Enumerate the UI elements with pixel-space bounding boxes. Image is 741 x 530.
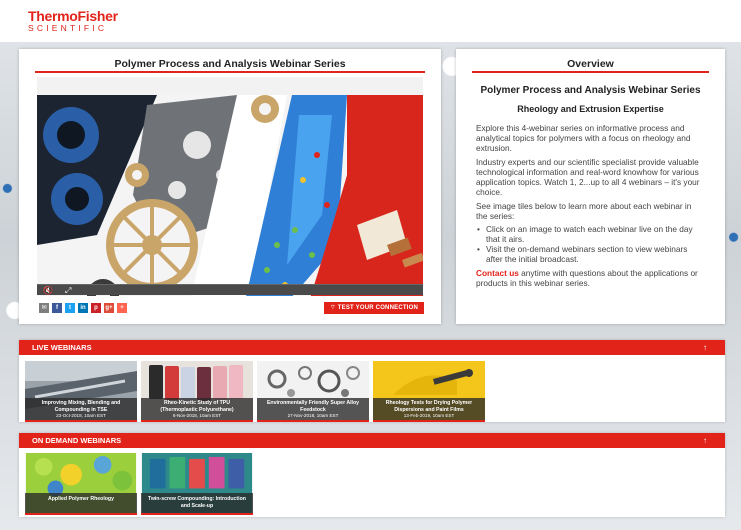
overview-paragraph: Explore this 4-webinar series on informa… <box>476 123 691 153</box>
tile-date: 27-Nov-2018, 10am EST <box>287 413 339 418</box>
video-poster-image <box>37 95 423 296</box>
tile-caption: Twin-screw Compounding: Introduction and… <box>141 493 253 513</box>
video-controls-bar[interactable]: 🔇 ⤢ <box>37 284 423 295</box>
video-panel-title: Polymer Process and Analysis Webinar Ser… <box>114 58 346 70</box>
section-label: LIVE WEBINARS <box>32 343 92 352</box>
tile-caption: Applied Polymer Rheology <box>25 493 137 513</box>
title-divider <box>35 71 425 73</box>
overview-bullets: Click on an image to watch each webinar … <box>476 224 705 264</box>
section-label: ON DEMAND WEBINARS <box>32 436 122 445</box>
on-demand-webinars-header[interactable]: ON DEMAND WEBINARS ↑ <box>19 433 725 448</box>
tile-caption: Improving Mixing, Blending and Compoundi… <box>25 398 137 420</box>
tile-underline <box>373 420 485 422</box>
webinar-tile[interactable]: Improving Mixing, Blending and Compoundi… <box>25 361 137 422</box>
list-item: Visit the on-demand webinars section to … <box>476 244 705 264</box>
tile-date: 23-Oct-2018, 10am EST <box>56 413 106 418</box>
webinar-tile[interactable]: Rheo-Kinetic Study of TPU (Thermoplastic… <box>141 361 253 422</box>
webinar-tile[interactable]: Environmentally Friendly Super Alloy Fee… <box>257 361 369 422</box>
email-icon[interactable]: ✉ <box>39 303 49 313</box>
on-demand-webinars-section: ON DEMAND WEBINARS ↑ Applied Polymer Rhe… <box>19 433 725 517</box>
tile-title: Rheology Tests for Drying Polymer Disper… <box>385 400 473 413</box>
fullscreen-icon[interactable]: ⤢ <box>65 285 71 296</box>
site-header: ThermoFisher SCIENTIFIC <box>0 0 741 42</box>
tile-underline <box>141 513 253 515</box>
logo-subtitle: SCIENTIFIC <box>28 23 108 33</box>
facebook-icon[interactable]: f <box>52 303 62 313</box>
tile-title: Rheo-Kinetic Study of TPU (Thermoplastic… <box>160 400 234 413</box>
contact-paragraph: Contact us anytime with questions about … <box>476 268 705 288</box>
mute-icon[interactable]: 🔇 <box>43 285 53 296</box>
tile-date: 6-Nov-2018, 10am EST <box>172 413 222 418</box>
contact-us-link[interactable]: Contact us <box>476 268 519 278</box>
overview-paragraph: See image tiles below to learn more abou… <box>476 201 692 221</box>
tile-underline <box>141 420 253 422</box>
live-webinars-header[interactable]: LIVE WEBINARS ↑ <box>19 340 725 355</box>
list-item: Click on an image to watch each webinar … <box>476 224 705 244</box>
share-buttons: ✉ f t in p g+ + <box>39 303 127 313</box>
overview-subheading: Rheology and Extrusion Expertise <box>517 104 664 114</box>
video-panel: Polymer Process and Analysis Webinar Ser… <box>19 49 441 324</box>
overview-panel: Overview Polymer Process and Analysis We… <box>456 49 725 324</box>
tile-underline <box>25 420 137 422</box>
test-connection-label: TEST YOUR CONNECTION <box>337 305 418 311</box>
tile-caption: Rheo-Kinetic Study of TPU (Thermoplastic… <box>141 398 253 420</box>
webinar-tile[interactable]: Twin-screw Compounding: Introduction and… <box>141 453 253 515</box>
overview-paragraph: Industry experts and our scientific spec… <box>476 157 700 197</box>
more-share-icon[interactable]: + <box>117 303 127 313</box>
tile-underline <box>25 513 137 515</box>
linkedin-icon[interactable]: in <box>78 303 88 313</box>
video-player[interactable]: 🔇 ⤢ <box>37 77 423 296</box>
test-connection-button[interactable]: ⌔ TEST YOUR CONNECTION <box>324 302 424 314</box>
webinar-tile[interactable]: Applied Polymer Rheology <box>25 453 137 515</box>
googleplus-icon[interactable]: g+ <box>104 303 114 313</box>
thermofisher-logo[interactable]: ThermoFisher SCIENTIFIC <box>28 9 118 33</box>
collapse-arrow-icon[interactable]: ↑ <box>703 433 707 448</box>
tile-title: Environmentally Friendly Super Alloy Fee… <box>266 400 360 413</box>
tile-caption: Rheology Tests for Drying Polymer Disper… <box>373 398 485 420</box>
tile-title: Twin-screw Compounding: Introduction and… <box>148 496 246 509</box>
webinar-tile[interactable]: Rheology Tests for Drying Polymer Disper… <box>373 361 485 422</box>
overview-title: Overview <box>567 58 614 70</box>
overview-heading: Polymer Process and Analysis Webinar Ser… <box>480 85 701 96</box>
twitter-icon[interactable]: t <box>65 303 75 313</box>
tile-title: Applied Polymer Rheology <box>47 496 114 502</box>
tile-underline <box>257 420 369 422</box>
tile-title: Improving Mixing, Blending and Compoundi… <box>41 400 121 413</box>
logo-wordmark: ThermoFisher <box>28 8 118 24</box>
title-divider <box>472 71 709 73</box>
live-webinars-section: LIVE WEBINARS ↑ Improving Mixing, Blendi… <box>19 340 725 422</box>
pinterest-icon[interactable]: p <box>91 303 101 313</box>
collapse-arrow-icon[interactable]: ↑ <box>703 340 707 355</box>
tile-date: 13-Feb-2019, 10am EST <box>403 413 455 418</box>
wifi-icon: ⌔ <box>330 305 338 311</box>
tile-caption: Environmentally Friendly Super Alloy Fee… <box>257 398 369 420</box>
